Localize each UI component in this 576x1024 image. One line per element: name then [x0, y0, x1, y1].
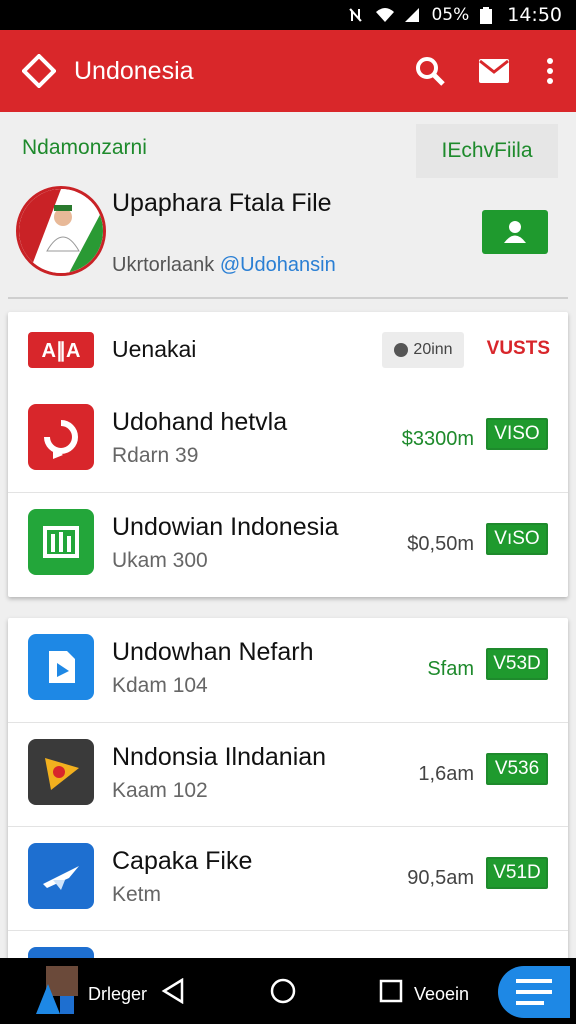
- list-item[interactable]: Undowhan Nefarh Kdam 104 Sfam V53D: [8, 618, 568, 722]
- nfc-icon: [347, 7, 365, 23]
- item-tag-button[interactable]: V536: [486, 753, 548, 785]
- item-subtitle: Ukam 300: [112, 549, 208, 572]
- battery-icon: [479, 7, 497, 24]
- person-icon: [504, 221, 526, 243]
- back-button[interactable]: [158, 976, 188, 1006]
- time-chip[interactable]: 20inn: [382, 332, 464, 368]
- item-title: Nndonsia Ilndanian: [112, 743, 327, 771]
- mail-icon: [479, 59, 509, 83]
- recents-button[interactable]: [376, 976, 406, 1006]
- profile-name: Upaphara Ftala File: [112, 189, 332, 217]
- item-price: $0,50m: [407, 533, 474, 555]
- signal-icon: [403, 7, 421, 23]
- status-bar: 05% 14:50: [0, 0, 576, 30]
- profile-handle: Ukrtorlaank @Udohansin: [112, 254, 336, 277]
- search-button[interactable]: [408, 49, 452, 93]
- item-title: Capaka Fike: [112, 847, 253, 875]
- item-subtitle: Kdam 104: [112, 674, 208, 697]
- menu-fab-button[interactable]: [498, 966, 570, 1018]
- item-subtitle: Kaam 102: [112, 779, 208, 802]
- clock-icon: [394, 343, 409, 357]
- diamond-logo-icon: [22, 54, 56, 88]
- app-bar: Undonesia: [0, 30, 576, 112]
- navigation-bar: Drleger Veoein: [0, 958, 576, 1024]
- chip-label: 20inn: [413, 341, 453, 358]
- item-tag-button[interactable]: VıSO: [486, 523, 548, 555]
- chart-icon: [28, 509, 94, 575]
- avatar[interactable]: [16, 186, 106, 276]
- app-title: Undonesia: [74, 56, 194, 85]
- clock: 14:50: [507, 4, 562, 26]
- handle-link[interactable]: @Udohansin: [220, 254, 336, 276]
- item-subtitle: Rdarn 39: [112, 444, 199, 467]
- card-badge: A∥A: [28, 332, 94, 368]
- play-icon: [28, 739, 94, 805]
- menu-icon: [516, 979, 552, 1005]
- item-price: Sfam: [427, 658, 474, 680]
- list-item[interactable]: Nndonsia Ilndanian Kaam 102 1,6am V536: [8, 722, 568, 826]
- handle-prefix: Ukrtorlaank: [112, 254, 220, 276]
- profile-user-button[interactable]: [482, 210, 548, 254]
- list-item[interactable]: Capaka Fike Ketm 90,5am V51D: [8, 826, 568, 930]
- item-tag-button[interactable]: VISO: [486, 418, 548, 450]
- back-icon: [161, 978, 184, 1004]
- recents-icon: [379, 979, 403, 1003]
- list-item[interactable]: Undowian Indonesia Ukam 300 $0,50m VıSO: [8, 492, 568, 596]
- profile-section: Upaphara Ftala File Ukrtorlaank @Udohans…: [0, 180, 576, 296]
- item-title: Udohand hetvla: [112, 408, 288, 436]
- tab-right-button[interactable]: IEchvFiila: [416, 124, 558, 178]
- item-price: 1,6am: [418, 763, 474, 785]
- battery-percent: 05%: [431, 5, 470, 25]
- item-subtitle: Ketm: [112, 883, 162, 906]
- plane-icon: [28, 843, 94, 909]
- home-button[interactable]: [268, 976, 298, 1006]
- refresh-icon: [28, 404, 94, 470]
- wifi-icon: [375, 7, 395, 23]
- list-card-2: Undowhan Nefarh Kdam 104 Sfam V53D Nndon…: [8, 618, 568, 963]
- document-icon: [28, 634, 94, 700]
- divider: [8, 297, 568, 299]
- home-icon: [270, 978, 296, 1004]
- nav-left-label[interactable]: Drleger: [88, 984, 147, 1005]
- mail-button[interactable]: [472, 49, 516, 93]
- list-card-1: A∥A Uenakai 20inn VUSTS Udohand hetvla R…: [8, 312, 568, 597]
- search-icon: [416, 57, 445, 86]
- visits-label[interactable]: VUSTS: [487, 338, 550, 360]
- recent-app-icon[interactable]: [34, 966, 78, 1016]
- card-header: A∥A Uenakai 20inn VUSTS: [8, 312, 568, 388]
- more-vert-icon: [547, 58, 553, 84]
- card-title: Uenakai: [112, 336, 197, 362]
- item-tag-button[interactable]: V53D: [486, 648, 548, 680]
- item-price: 90,5am: [407, 867, 474, 889]
- tab-left[interactable]: Ndamonzarni: [22, 136, 147, 160]
- item-tag-button[interactable]: V51D: [486, 857, 548, 889]
- list-item[interactable]: Udohand hetvla Rdarn 39 $3300m VISO: [8, 388, 568, 492]
- overflow-menu-button[interactable]: [536, 49, 564, 93]
- item-title: Undowhan Nefarh: [112, 638, 314, 666]
- item-title: Undowian Indonesia: [112, 513, 339, 541]
- item-price: $3300m: [401, 428, 474, 450]
- nav-right-label[interactable]: Veoein: [414, 984, 469, 1005]
- sub-header: Ndamonzarni IEchvFiila: [0, 112, 576, 180]
